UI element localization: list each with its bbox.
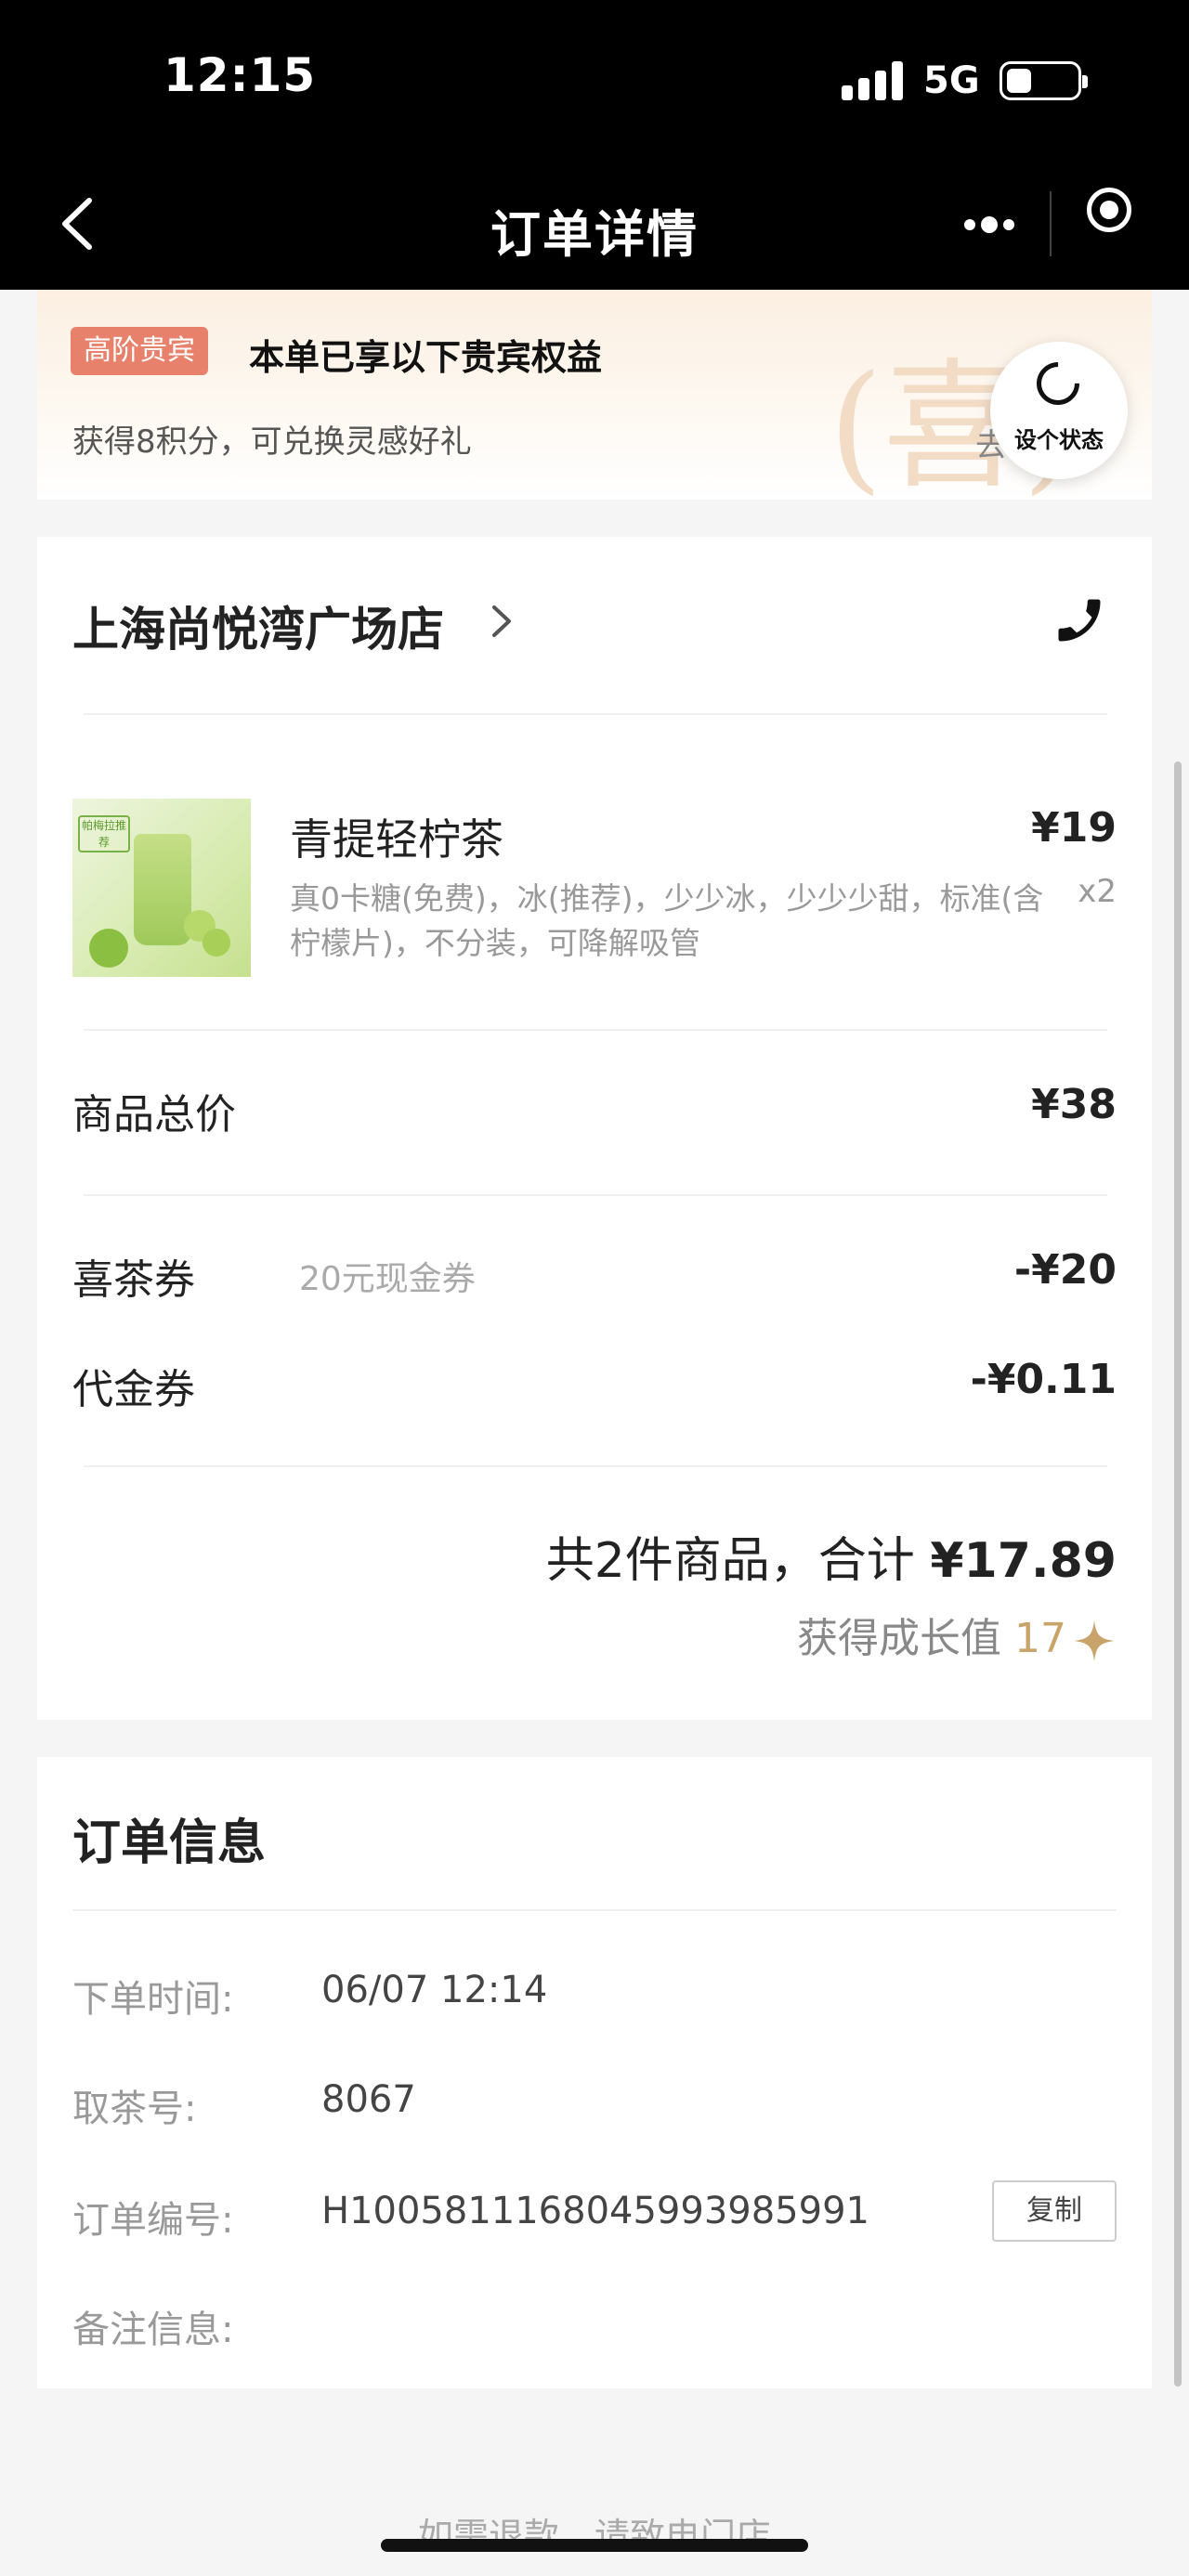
voucher-label: 代金券 bbox=[72, 1366, 195, 1413]
divider bbox=[84, 1194, 1107, 1196]
nav-bar: 订单详情 bbox=[0, 158, 1189, 290]
home-indicator[interactable] bbox=[381, 2539, 808, 2552]
nav-divider bbox=[1050, 191, 1052, 256]
status-time: 12:15 bbox=[163, 48, 317, 102]
copy-button[interactable]: 复制 bbox=[992, 2180, 1117, 2242]
set-status-button[interactable]: 设个状态 bbox=[990, 342, 1128, 479]
order-number-value: H1005811168045993985991 bbox=[321, 2190, 869, 2232]
order-card: 上海尚悦湾广场店 帕梅拉推荐 青提轻柠茶 真0卡糖(免费)，冰(推荐)，少少冰，… bbox=[37, 537, 1152, 1720]
set-status-label: 设个状态 bbox=[1014, 427, 1104, 453]
vip-benefits-card: (喜) 高阶贵宾 本单已享以下贵宾权益 获得8积分，可兑换灵感好礼 去 bbox=[37, 290, 1152, 500]
order-info-card: 订单信息 下单时间: 06/07 12:14 取茶号: 8067 订单编号: H… bbox=[37, 1757, 1152, 2388]
order-time-label: 下单时间: bbox=[72, 1978, 234, 2021]
phone-icon[interactable] bbox=[1052, 592, 1107, 648]
status-bar: 12:15 5G bbox=[0, 0, 1189, 158]
total-prefix: 共2件商品，合计 bbox=[545, 1533, 915, 1589]
product-price: ¥19 bbox=[1031, 804, 1117, 852]
growth-value: 17 bbox=[1014, 1615, 1066, 1662]
battery-icon bbox=[1000, 61, 1088, 100]
more-icon[interactable] bbox=[957, 197, 1022, 253]
divider bbox=[84, 1465, 1107, 1467]
vip-title: 本单已享以下贵宾权益 bbox=[249, 337, 603, 378]
product-quantity: x2 bbox=[1078, 873, 1117, 910]
divider bbox=[72, 1909, 1117, 1911]
order-total: 共2件商品，合计 ¥17.89 bbox=[546, 1521, 1117, 1591]
growth-label: 获得成长值 bbox=[797, 1615, 1001, 1662]
coupon-value: -¥20 bbox=[1013, 1246, 1117, 1294]
order-number-label: 订单编号: bbox=[72, 2199, 234, 2242]
vip-subtitle: 获得8积分，可兑换灵感好礼 bbox=[72, 423, 472, 461]
network-type: 5G bbox=[923, 59, 980, 102]
remark-label: 备注信息: bbox=[72, 2309, 234, 2351]
scrollbar[interactable] bbox=[1174, 761, 1182, 2387]
coupon-description: 20元现金券 bbox=[299, 1260, 476, 1298]
pickup-number-label: 取茶号: bbox=[72, 2088, 197, 2130]
coupon-label: 喜茶券 bbox=[72, 1256, 195, 1304]
total-amount: ¥17.89 bbox=[930, 1533, 1117, 1589]
divider bbox=[84, 1029, 1107, 1031]
voucher-value: -¥0.11 bbox=[970, 1356, 1117, 1403]
product-image-tag: 帕梅拉推荐 bbox=[78, 815, 130, 852]
order-info-title: 订单信息 bbox=[72, 1815, 267, 1871]
close-miniprogram-icon[interactable] bbox=[1085, 186, 1137, 238]
product-name: 青提轻柠茶 bbox=[290, 814, 503, 865]
status-ring-icon bbox=[1027, 353, 1089, 414]
pickup-number-value: 8067 bbox=[321, 2078, 416, 2121]
sparkle-icon bbox=[1072, 1619, 1117, 1663]
subtotal-value: ¥38 bbox=[1031, 1081, 1117, 1128]
store-name[interactable]: 上海尚悦湾广场店 bbox=[72, 592, 444, 659]
vip-badge: 高阶贵宾 bbox=[71, 327, 208, 375]
product-image: 帕梅拉推荐 bbox=[72, 799, 251, 977]
divider bbox=[84, 713, 1107, 715]
order-time-value: 06/07 12:14 bbox=[321, 1969, 548, 2011]
growth-points: 获得成长值 17 bbox=[797, 1605, 1117, 1664]
signal-icon bbox=[842, 59, 907, 100]
subtotal-label: 商品总价 bbox=[72, 1091, 236, 1138]
product-options: 真0卡糖(免费)，冰(推荐)，少少冰，少少少甜，标准(含柠檬片)，不分装，可降解… bbox=[290, 880, 1044, 961]
chevron-right-icon[interactable] bbox=[487, 600, 515, 643]
